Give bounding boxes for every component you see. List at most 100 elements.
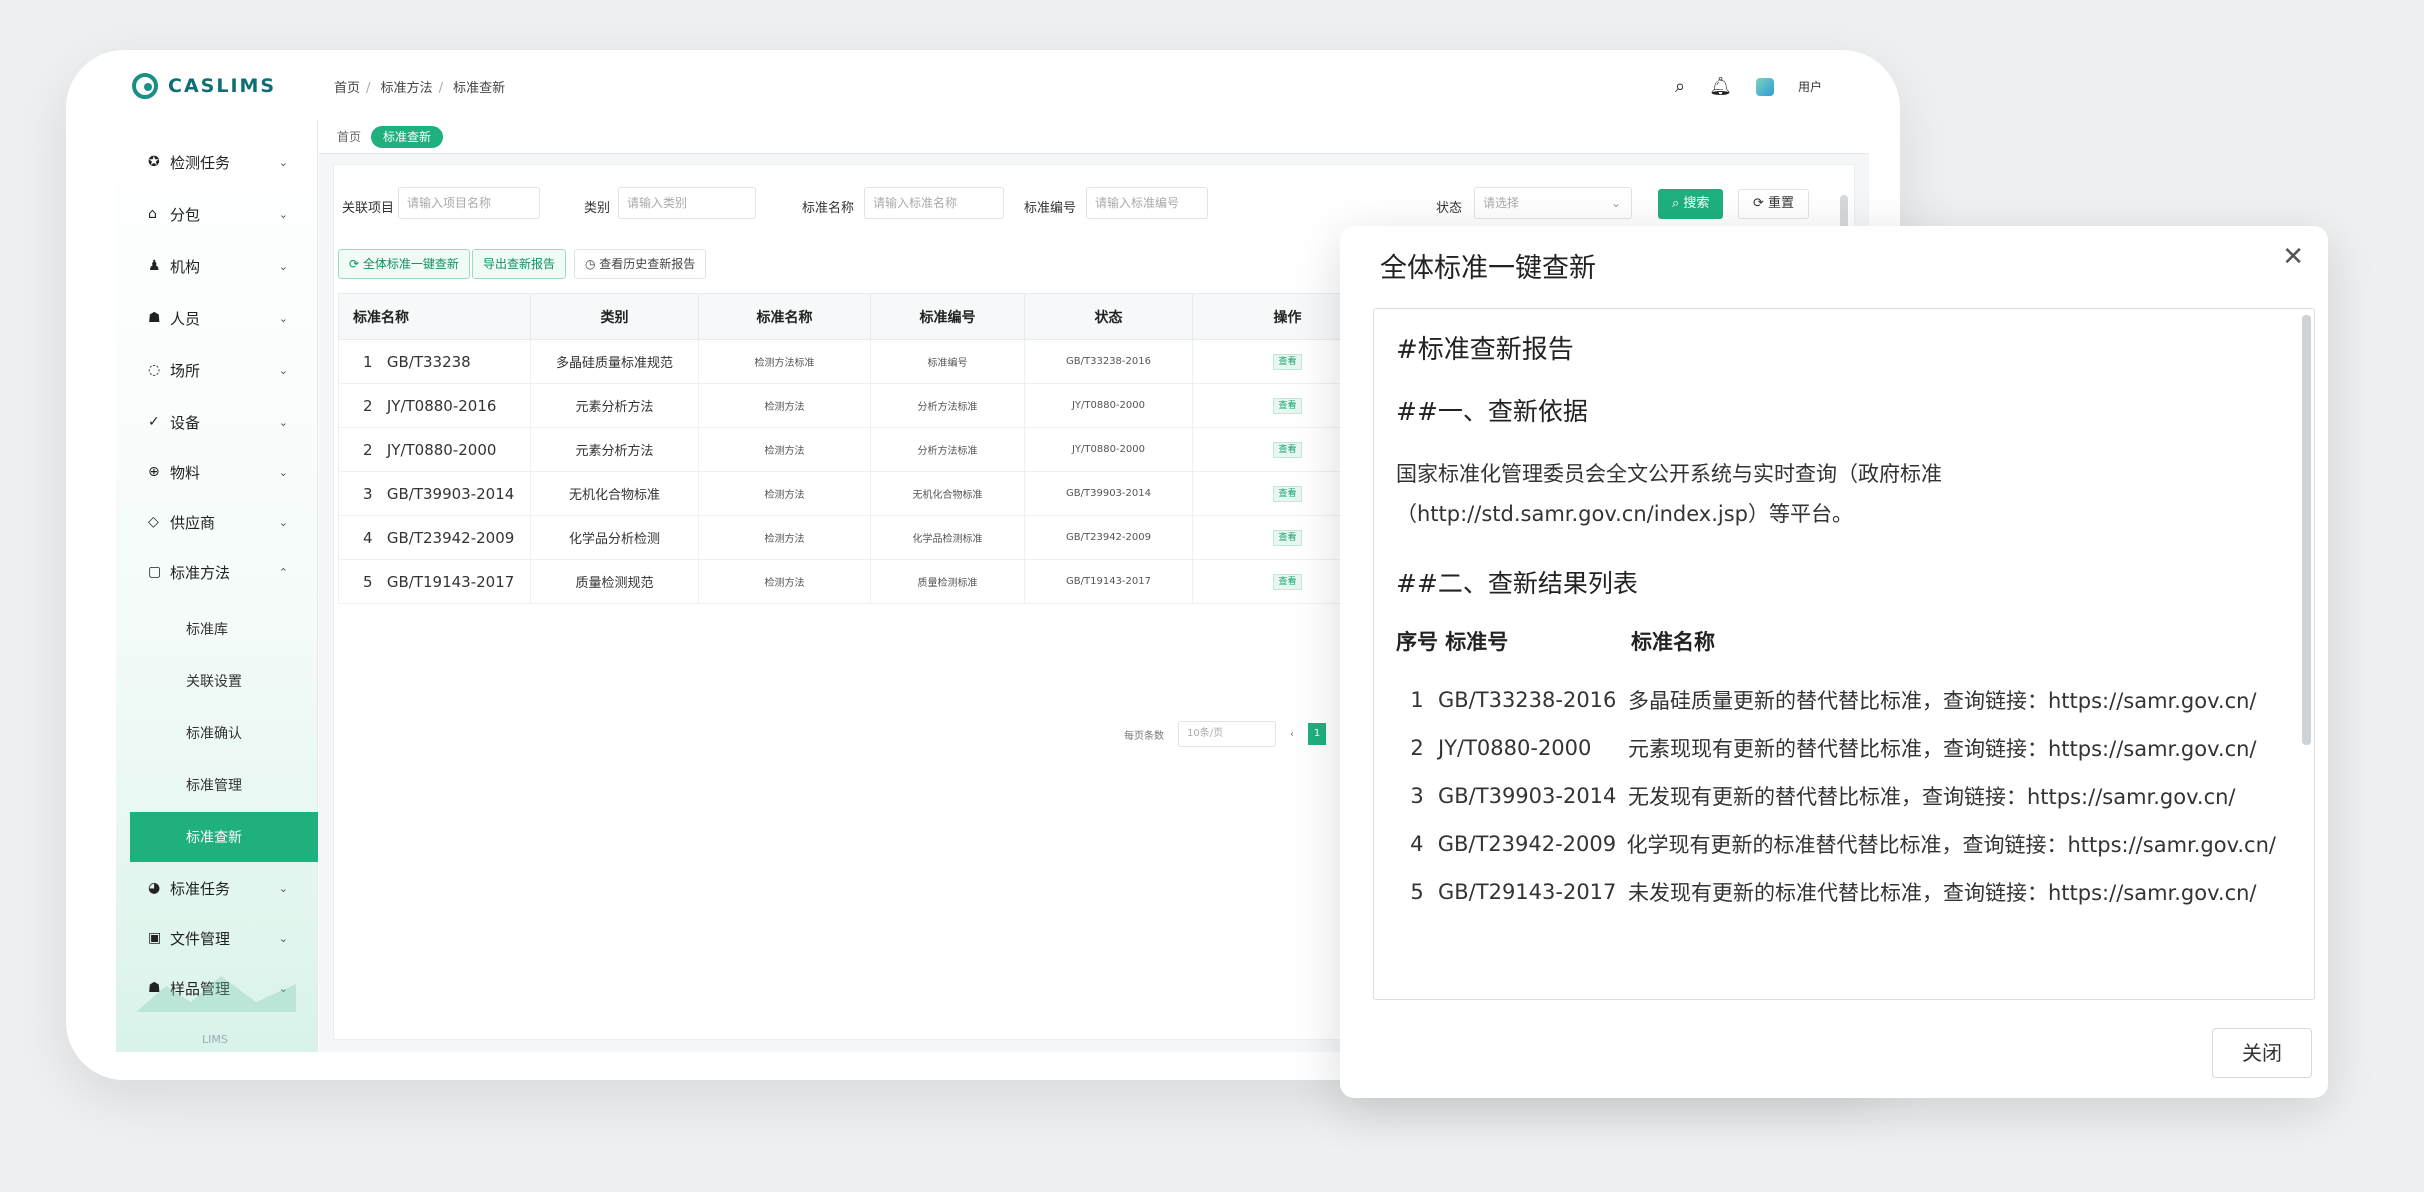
cell-number: 无机化合物标准 [870, 471, 1025, 516]
cell-name: 元素分析方法 [530, 383, 699, 428]
sidebar-sub-association[interactable]: 关联设置 [116, 656, 318, 706]
sidebar-item-staff[interactable]: ☗ 人员 ⌄ [116, 294, 318, 342]
table-row[interactable]: 2 JY/T0880-2016 元素分析方法 检测方法 分析方法标准 JY/T0880-… [338, 383, 1383, 428]
sidebar-item-standards[interactable]: ▢ 标准方法 ⌃ [116, 548, 318, 596]
view-button[interactable]: 查看 [1273, 530, 1302, 546]
breadcrumb-home[interactable]: 首页 [334, 81, 360, 96]
sidebar-item-label: 文件管理 [170, 929, 231, 948]
cell-name: 化学品分析检测 [530, 515, 699, 560]
report-row-code: GB/T23942-2009 [1437, 832, 1617, 856]
filter-label-category: 类别 [584, 201, 611, 216]
cell-name: 质量检测规范 [530, 559, 699, 604]
column-header[interactable]: 标准编号 [870, 293, 1025, 340]
report-section-basis: ##一、查新依据 [1396, 397, 1588, 426]
chevron-down-icon: ⌄ [278, 931, 288, 945]
table-header-row: 标准名称 类别 标准名称 标准编号 状态 操作 [338, 293, 1383, 340]
filter-label-project: 关联项目 [342, 201, 395, 216]
sidebar-item-equipment[interactable]: ✓ 设备 ⌄ [116, 398, 318, 446]
avatar[interactable] [1755, 77, 1774, 96]
bell-icon[interactable]: 🔔︎ [1709, 76, 1732, 97]
sidebar-sub-library[interactable]: 标准库 [116, 604, 318, 654]
sidebar-item-org[interactable]: ♟ 机构 ⌄ [116, 242, 318, 290]
column-header[interactable]: 状态 [1024, 293, 1193, 340]
report-row-text[interactable]: 未发现有更新的标准代替比标准，查询链接：https://samr.gov.cn/ [1628, 877, 2276, 907]
report-content[interactable]: #标准查新报告 ##一、查新依据 国家标准化管理委员会全文公开系统与实时查询（政… [1373, 308, 2315, 1000]
view-button[interactable]: 查看 [1273, 574, 1302, 590]
top-icons: ⌕ 🔔︎ 用户 [1675, 76, 1822, 97]
chevron-down-icon: ⌄ [278, 465, 288, 479]
view-button[interactable]: 查看 [1273, 398, 1302, 414]
category-input[interactable]: 请输入类别 [618, 187, 756, 219]
globe-icon: ◕ [148, 880, 161, 896]
breadcrumb-current: 标准查新 [453, 81, 506, 96]
cell-category: 检测方法 [698, 559, 871, 604]
close-icon[interactable]: ✕ [2282, 244, 2304, 270]
logo[interactable]: CASLIMS [132, 70, 276, 102]
close-button[interactable]: 关闭 [2212, 1028, 2312, 1078]
page-size-value: 10条/页 [1187, 728, 1224, 739]
view-button[interactable]: 查看 [1273, 354, 1302, 370]
tab-home[interactable]: 首页 [325, 126, 373, 148]
sidebar-sub-check-new[interactable]: 标准查新 [130, 812, 318, 862]
pagination: 每页条数 10条/页 ‹ 1 [1124, 720, 1326, 748]
report-scrollbar[interactable] [2302, 315, 2311, 745]
user-name[interactable]: 用户 [1798, 78, 1822, 95]
check-all-button[interactable]: ⟳ 全体标准一键查新 [338, 249, 470, 279]
view-button[interactable]: 查看 [1273, 442, 1302, 458]
sidebar-item-files[interactable]: ▣ 文件管理 ⌄ [116, 914, 318, 962]
chevron-down-icon: ⌄ [278, 207, 288, 221]
chevron-down-icon: ⌄ [278, 515, 288, 529]
report-row-text[interactable]: 元素现现有更新的替代替比标准，查询链接：https://samr.gov.cn/ [1628, 733, 2276, 763]
status-select[interactable]: 请选择 ⌄ [1474, 187, 1632, 219]
project-input[interactable]: 请输入项目名称 [398, 187, 540, 219]
table-row[interactable]: 3 GB/T39903-2014 无机化合物标准 检测方法 无机化合物标准 GB/T39… [338, 471, 1383, 516]
prev-page-button[interactable]: ‹ [1290, 729, 1294, 740]
standard-name-input[interactable]: 请输入标准名称 [864, 187, 1004, 219]
table-row[interactable]: 2 JY/T0880-2000 元素分析方法 检测方法 分析方法标准 JY/T0880-… [338, 427, 1383, 472]
cell-status: JY/T0880-2000 [1024, 427, 1193, 472]
table-row[interactable]: 5 GB/T19143-2017 质量检测规范 检测方法 质量检测标准 GB/T1914… [338, 559, 1383, 604]
view-button[interactable]: 查看 [1273, 486, 1302, 502]
cell-status: GB/T23942-2009 [1024, 515, 1193, 560]
column-header[interactable]: 类别 [530, 293, 699, 340]
filter-label-name: 标准名称 [802, 201, 855, 216]
cell-category: 检测方法 [698, 515, 871, 560]
breadcrumb-separator: / [366, 81, 371, 96]
chevron-down-icon: ⌄ [278, 363, 288, 377]
report-row-text[interactable]: 多晶硅质量更新的替代替比标准，查询链接：https://samr.gov.cn/ [1628, 685, 2276, 715]
sidebar-item-location[interactable]: ◌ 场所 ⌄ [116, 346, 318, 394]
tab-check-new[interactable]: 标准查新 [371, 126, 444, 148]
standard-number-input[interactable]: 请输入标准编号 [1086, 187, 1208, 219]
reset-button[interactable]: ⟳ 重置 [1738, 189, 1810, 219]
sidebar-item-subcontract[interactable]: ⌂ 分包 ⌄ [116, 190, 318, 238]
cell-code: 1 GB/T33238 [338, 339, 531, 384]
search-button[interactable]: ⌕ 搜索 [1658, 189, 1724, 219]
page-size-label: 每页条数 [1124, 730, 1164, 742]
breadcrumb-standards[interactable]: 标准方法 [381, 81, 433, 96]
search-icon[interactable]: ⌕ [1675, 76, 1685, 97]
sidebar-item-supplier[interactable]: ◇ 供应商 ⌄ [116, 498, 318, 546]
column-header[interactable]: 标准名称 [338, 293, 531, 340]
cell-number: 质量检测标准 [870, 559, 1025, 604]
column-header[interactable]: 标准名称 [698, 293, 871, 340]
sidebar-item-label: 人员 [170, 309, 201, 328]
table-row[interactable]: 4 GB/T23942-2009 化学品分析检测 检测方法 化学品检测标准 GB/T23… [338, 515, 1383, 560]
export-report-button[interactable]: 导出查新报告 [472, 249, 567, 279]
report-row-text[interactable]: 无发现有更新的替代替比标准，查询链接：https://samr.gov.cn/ [1628, 781, 2276, 811]
page-size-select[interactable]: 10条/页 [1178, 721, 1276, 747]
sidebar-sub-manage[interactable]: 标准管理 [116, 760, 318, 810]
task-icon: ✪ [148, 154, 160, 170]
report-row-index: 4 [1410, 832, 1424, 856]
reset-button-label: 重置 [1768, 196, 1795, 211]
sidebar-sub-confirm[interactable]: 标准确认 [116, 708, 318, 758]
cell-category: 检测方法 [698, 471, 871, 516]
report-row-text[interactable]: 化学现有更新的标准替代替比标准，查询链接：https://samr.gov.cn… [1626, 829, 2276, 859]
table-row[interactable]: 1 GB/T33238 多晶硅质量标准规范 检测方法标准 标准编号 GB/T33238-… [338, 339, 1383, 384]
sidebar-item-materials[interactable]: ⊕ 物料 ⌄ [116, 448, 318, 496]
sidebar-item-tasks[interactable]: ✪ 检测任务 ⌄ [116, 138, 318, 186]
current-page[interactable]: 1 [1308, 723, 1326, 745]
history-report-button[interactable]: ◷ 查看历史查新报告 [574, 249, 707, 279]
sidebar-item-label: 场所 [170, 361, 201, 380]
sidebar-item-standard-tasks[interactable]: ◕ 标准任务 ⌄ [116, 864, 318, 912]
report-row-index: 1 [1410, 688, 1424, 712]
